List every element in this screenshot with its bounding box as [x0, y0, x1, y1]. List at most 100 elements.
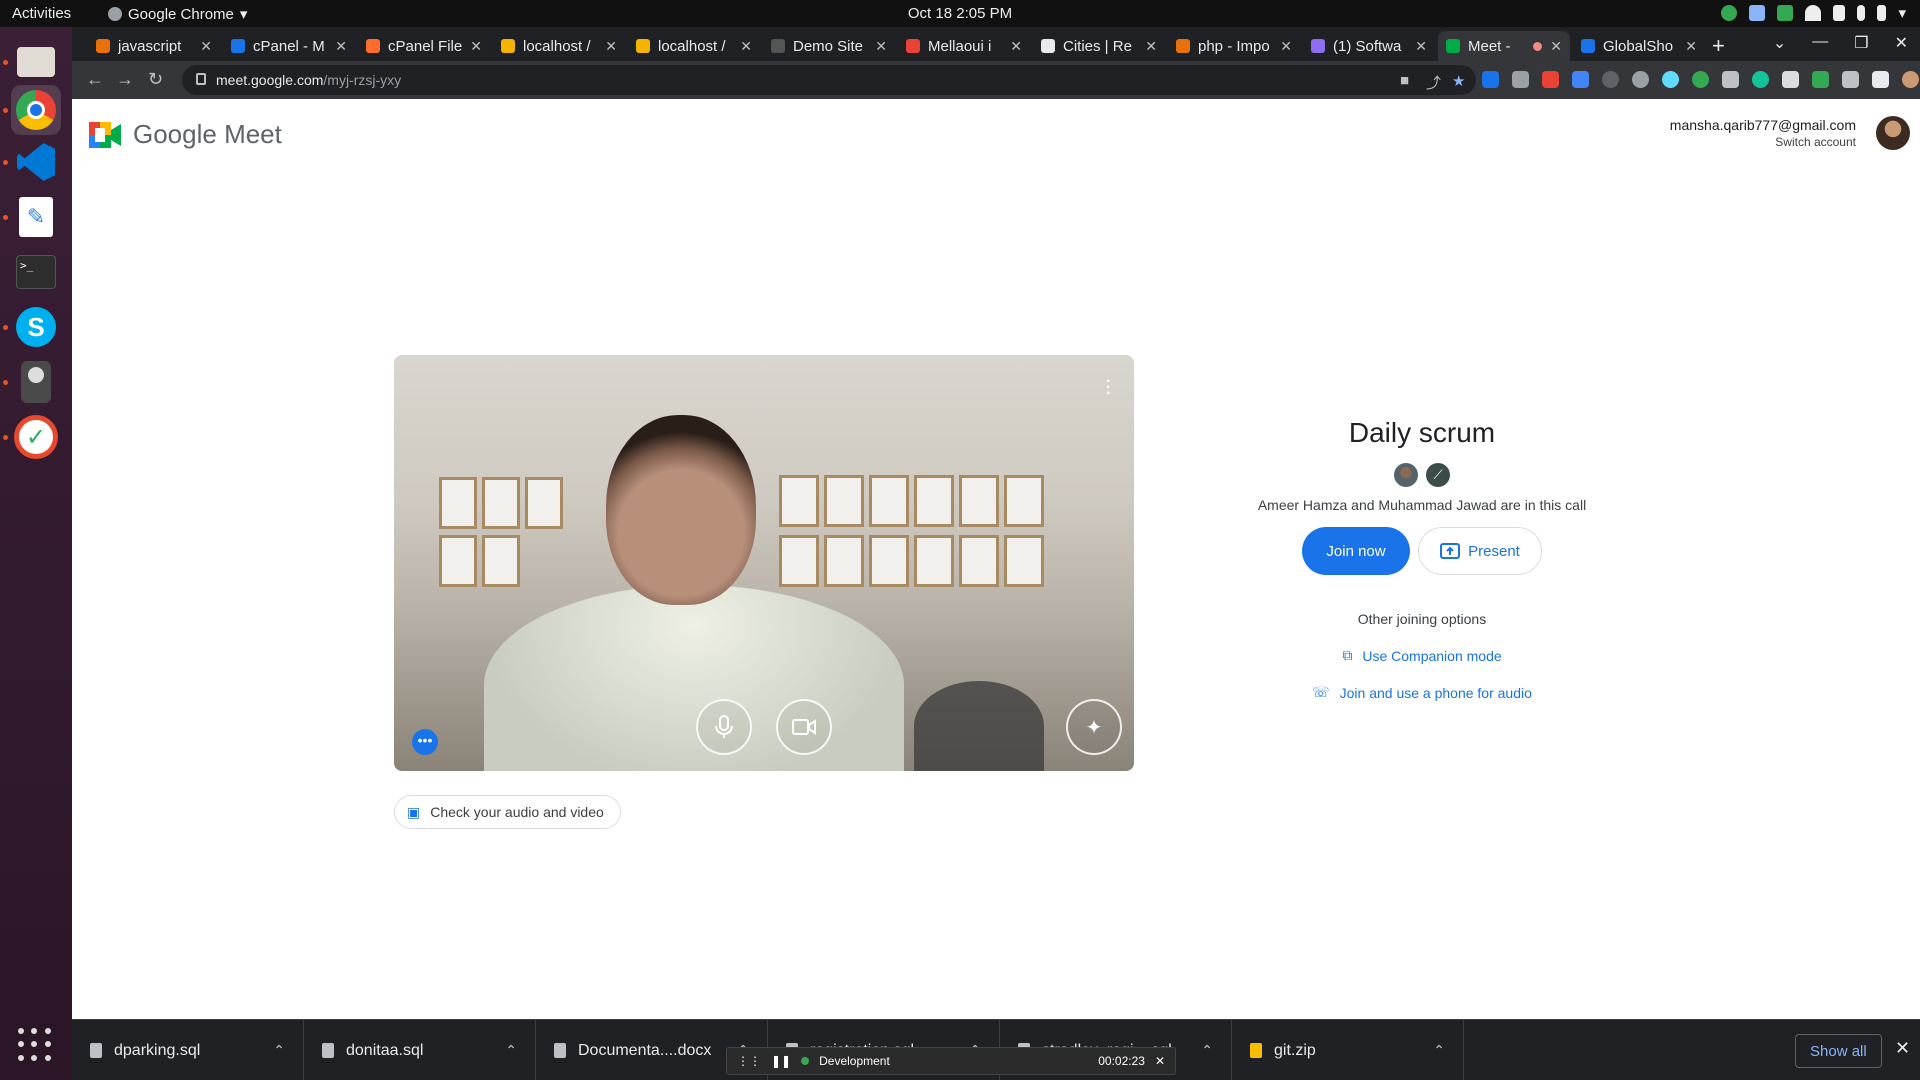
dock-files[interactable] [11, 37, 61, 87]
more-options-icon[interactable]: · · · [1105, 369, 1112, 403]
close-downloads-bar-button[interactable]: ✕ [1895, 1038, 1910, 1059]
extension-icon[interactable] [1482, 71, 1499, 88]
browser-tab[interactable]: Demo Site ✕ [763, 31, 895, 61]
camera-in-use-icon[interactable]: ■ [1400, 72, 1409, 89]
dock-skype[interactable]: S [11, 302, 61, 352]
browser-tab[interactable]: Cities | Re ✕ [1033, 31, 1165, 61]
browser-tab[interactable]: javascript ✕ [88, 31, 220, 61]
reload-button[interactable]: ↻ [148, 69, 163, 90]
account-info[interactable]: mansha.qarib777@gmail.com Switch account [1670, 117, 1856, 149]
browser-tab[interactable]: GlobalSho ✕ [1573, 31, 1705, 61]
extension-icon[interactable] [1812, 71, 1829, 88]
close-tab-icon[interactable]: ✕ [470, 38, 482, 55]
extension-icon[interactable] [1542, 71, 1559, 88]
close-tab-icon[interactable]: ✕ [1415, 38, 1427, 55]
chevron-up-icon[interactable]: ⌃ [1433, 1042, 1445, 1059]
clock[interactable]: Oct 18 2:05 PM [0, 5, 1920, 22]
close-tab-icon[interactable]: ✕ [605, 38, 617, 55]
wall-frame [482, 477, 520, 529]
close-icon[interactable]: ✕ [1155, 1054, 1165, 1068]
close-tab-icon[interactable]: ✕ [875, 38, 887, 55]
phone-audio-link[interactable]: ☏ Join and use a phone for audio [1212, 684, 1632, 701]
show-all-downloads-button[interactable]: Show all [1795, 1034, 1882, 1068]
extension-icon[interactable] [1632, 71, 1649, 88]
present-button[interactable]: Present [1418, 527, 1542, 575]
screenshot-icon[interactable] [1722, 71, 1739, 88]
extension-icon[interactable] [1782, 71, 1799, 88]
close-tab-icon[interactable]: ✕ [1550, 38, 1562, 55]
share-icon[interactable]: ⤴ [1426, 72, 1441, 93]
close-tab-icon[interactable]: ✕ [740, 38, 752, 55]
drag-handle-icon[interactable]: ⋮⋮ [737, 1054, 761, 1068]
profile-avatar[interactable] [1902, 71, 1919, 88]
companion-mode-link[interactable]: ⧉ Use Companion mode [1212, 647, 1632, 664]
account-avatar[interactable] [1876, 116, 1910, 150]
wall-frame [779, 475, 819, 527]
browser-tab[interactable]: php - Impo ✕ [1168, 31, 1300, 61]
browser-tab[interactable]: cPanel - M ✕ [223, 31, 355, 61]
join-now-button[interactable]: Join now [1302, 527, 1410, 575]
puzzle-icon[interactable] [1842, 71, 1859, 88]
download-item[interactable]: dparking.sql ⌃ [72, 1020, 304, 1080]
check-audio-video-button[interactable]: ▣ Check your audio and video [394, 795, 621, 829]
browser-tab[interactable]: (1) Softwa ✕ [1303, 31, 1435, 61]
download-item[interactable]: git.zip ⌃ [1232, 1020, 1464, 1080]
close-tab-icon[interactable]: ✕ [1280, 38, 1292, 55]
new-tab-button[interactable]: + [1712, 33, 1725, 59]
react-devtools-icon[interactable] [1662, 71, 1679, 88]
dock-text-editor[interactable]: ✎ [11, 192, 61, 242]
browser-tab[interactable]: localhost / ✕ [493, 31, 625, 61]
close-tab-icon[interactable]: ✕ [1145, 38, 1157, 55]
dock-vscode[interactable] [11, 137, 61, 187]
grammarly-icon[interactable] [1752, 71, 1769, 88]
tab-search-icon[interactable]: ⌄ [1773, 33, 1786, 53]
running-indicator [3, 160, 8, 165]
dock-webcam-app[interactable] [11, 357, 61, 407]
chevron-up-icon[interactable]: ⌃ [1201, 1042, 1213, 1059]
chrome-icon [16, 90, 56, 130]
pause-icon[interactable]: ❚❚ [771, 1054, 791, 1068]
download-item[interactable]: donitaa.sql ⌃ [304, 1020, 536, 1080]
camera-button[interactable] [776, 699, 832, 755]
browser-tab[interactable]: localhost / ✕ [628, 31, 760, 61]
back-button[interactable]: ← [86, 69, 104, 90]
close-tab-icon[interactable]: ✕ [1010, 38, 1022, 55]
restore-button[interactable]: ❐ [1854, 33, 1868, 53]
close-window-button[interactable]: ✕ [1895, 33, 1908, 53]
address-bar[interactable]: meet.google.com/myj-rzsj-yxy ■ ⤴ ★ [182, 65, 1476, 95]
power-menu-icon: ▾ [1898, 5, 1906, 22]
file-icon [322, 1043, 334, 1058]
close-tab-icon[interactable]: ✕ [1685, 38, 1697, 55]
close-tab-icon[interactable]: ✕ [335, 38, 347, 55]
google-meet-logo[interactable]: Google Meet [89, 119, 282, 150]
tab-label: Cities | Re [1063, 37, 1132, 55]
browser-tab[interactable]: Mellaoui i ✕ [898, 31, 1030, 61]
dock-chrome[interactable] [11, 85, 61, 135]
chevron-up-icon[interactable]: ⌃ [505, 1042, 517, 1059]
recording-icon [1533, 41, 1543, 51]
download-filename: dparking.sql [114, 1041, 201, 1059]
more-controls-button[interactable]: ••• [412, 729, 438, 755]
translate-icon[interactable] [1572, 71, 1589, 88]
dock-tasks-app[interactable]: ✓ [11, 412, 61, 462]
vue-devtools-icon[interactable] [1512, 71, 1529, 88]
browser-tab[interactable]: Meet - ✕ [1438, 31, 1570, 61]
switch-account-link[interactable]: Switch account [1670, 135, 1856, 149]
terminal-icon: >_ [16, 255, 56, 289]
visual-effects-button[interactable]: ✦ [1066, 699, 1122, 755]
chevron-up-icon[interactable]: ⌃ [273, 1042, 285, 1059]
close-tab-icon[interactable]: ✕ [200, 38, 212, 55]
person-body [484, 585, 904, 771]
microphone-button[interactable] [696, 699, 752, 755]
lock-icon[interactable] [196, 73, 206, 85]
bookmark-star-icon[interactable]: ★ [1452, 72, 1465, 90]
side-panel-icon[interactable] [1872, 71, 1889, 88]
extension-icon[interactable] [1692, 71, 1709, 88]
dock-terminal[interactable]: >_ [11, 247, 61, 297]
browser-tab[interactable]: cPanel File ✕ [358, 31, 490, 61]
show-applications-button[interactable] [18, 1028, 52, 1062]
system-tray[interactable]: ▾ [1721, 4, 1906, 22]
forward-button[interactable]: → [116, 69, 134, 90]
extension-icon[interactable] [1602, 71, 1619, 88]
minimize-button[interactable]: — [1812, 33, 1828, 53]
